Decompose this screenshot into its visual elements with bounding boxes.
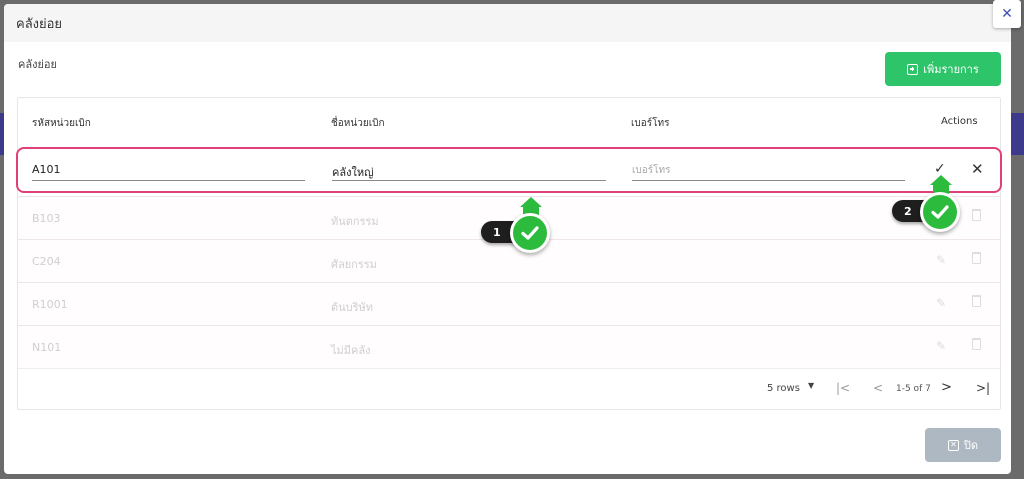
- phone-input[interactable]: เบอร์โทร: [632, 161, 905, 181]
- dialog-title: คลังย่อย: [16, 16, 63, 32]
- pencil-icon[interactable]: ✎: [936, 253, 946, 267]
- callout-step-1-number: 1: [493, 225, 501, 239]
- section-label: คลังย่อย: [18, 58, 57, 71]
- pencil-icon[interactable]: ✎: [936, 296, 946, 310]
- trash-icon[interactable]: [972, 252, 981, 264]
- trash-icon[interactable]: [972, 338, 981, 350]
- row-code: B103: [32, 212, 61, 225]
- row-code: N101: [32, 341, 62, 354]
- name-input[interactable]: คลังใหญ่: [332, 161, 606, 181]
- add-item-label: เพิ่มรายการ: [923, 63, 979, 76]
- header-actions: Actions: [941, 116, 978, 127]
- header-phone: เบอร์โทร: [631, 118, 670, 129]
- check-circle-icon: [510, 213, 550, 253]
- data-table: รหัสหน่วยเบิก ชื่อหน่วยเบิก เบอร์โทร Act…: [16, 97, 1002, 410]
- table-pagination: 5 rows ▼ |< < 1-5 of 7 > >|: [18, 368, 1000, 410]
- close-icon[interactable]: ✕: [971, 160, 984, 178]
- pagination-info: 1-5 of 7: [896, 384, 931, 394]
- plus-square-icon: [907, 63, 919, 75]
- table-row: R1001 ต้นบริษัท ✎: [18, 282, 1000, 325]
- add-item-button[interactable]: เพิ่มรายการ: [885, 52, 1001, 86]
- close-square-icon: ✕: [947, 439, 959, 451]
- backdrop-edge-right: [1010, 113, 1024, 155]
- row-name: ศัลยกรรม: [331, 258, 377, 271]
- table-row: N101 ไม่มีคลัง ✎: [18, 325, 1000, 368]
- row-code: C204: [32, 255, 61, 268]
- prev-page-icon[interactable]: <: [873, 381, 883, 395]
- check-circle-icon: [920, 192, 960, 232]
- first-page-icon[interactable]: |<: [836, 381, 850, 395]
- row-name: ไม่มีคลัง: [331, 344, 371, 357]
- table-row: C204 ศัลยกรรม ✎: [18, 239, 1000, 282]
- dialog-close-icon[interactable]: ✕: [993, 0, 1021, 28]
- rows-per-page-select[interactable]: 5 rows: [767, 383, 800, 394]
- close-dialog-button[interactable]: ✕ ปิด: [925, 428, 1001, 462]
- last-page-icon[interactable]: >|: [976, 381, 990, 395]
- dialog-header: คลังย่อย: [4, 4, 1011, 42]
- trash-icon[interactable]: [972, 209, 981, 221]
- table-row-editing: A101 คลังใหญ่ เบอร์โทร ✓ ✕: [16, 147, 1002, 193]
- pencil-icon[interactable]: ✎: [936, 339, 946, 353]
- caret-down-icon[interactable]: ▼: [808, 381, 814, 390]
- row-code: R1001: [32, 298, 68, 311]
- next-page-icon[interactable]: >: [941, 380, 952, 395]
- close-dialog-label: ปิด: [963, 439, 979, 452]
- trash-icon[interactable]: [972, 295, 981, 307]
- table-header: รหัสหน่วยเบิก ชื่อหน่วยเบิก เบอร์โทร Act…: [18, 98, 1000, 142]
- callout-step-2-number: 2: [904, 204, 912, 218]
- row-name: ทันตกรรม: [331, 215, 379, 228]
- header-code: รหัสหน่วยเบิก: [32, 118, 91, 129]
- row-name: ต้นบริษัท: [331, 301, 374, 314]
- header-name: ชื่อหน่วยเบิก: [331, 118, 385, 129]
- code-input[interactable]: A101: [32, 161, 305, 181]
